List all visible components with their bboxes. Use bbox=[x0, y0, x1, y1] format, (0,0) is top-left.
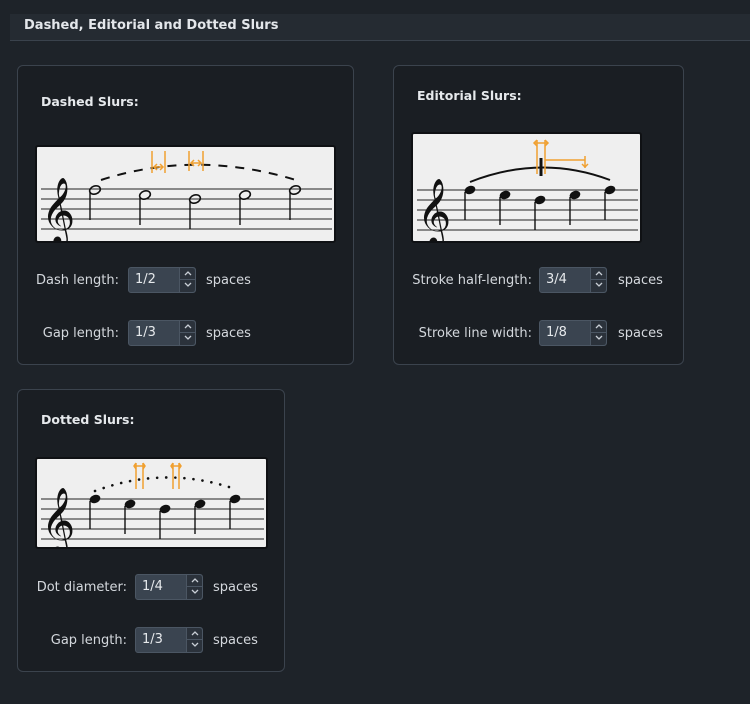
editorial-slurs-preview: 𝄞 bbox=[411, 132, 642, 243]
treble-clef-icon: 𝄞 bbox=[417, 177, 451, 241]
stroke-half-length-up-button[interactable] bbox=[590, 268, 606, 280]
dotted-gap-length-label: Gap length: bbox=[50, 633, 127, 648]
dash-length-unit: spaces bbox=[206, 273, 251, 288]
dotted-slurs-title: Dotted Slurs: bbox=[41, 412, 135, 427]
dash-length-up-button[interactable] bbox=[179, 268, 195, 280]
dotted-slurs-panel: Dotted Slurs: 𝄞 Dot diameter: 1/4 spaces… bbox=[17, 389, 285, 672]
spin-up-icon bbox=[595, 271, 602, 276]
spin-down-icon bbox=[184, 282, 191, 287]
dashed-slurs-title: Dashed Slurs: bbox=[41, 94, 139, 109]
spin-down-icon bbox=[191, 642, 198, 647]
section-title: Dashed, Editorial and Dotted Slurs bbox=[24, 18, 279, 33]
dash-length-down-button[interactable] bbox=[179, 280, 195, 292]
dotted-gap-length-unit: spaces bbox=[213, 633, 258, 648]
treble-clef-icon: 𝄞 bbox=[41, 176, 75, 241]
svg-text:𝄞: 𝄞 bbox=[41, 486, 75, 547]
dashed-slurs-panel: Dashed Slurs: 𝄞 Dash length: 1/2 spaces … bbox=[17, 65, 354, 365]
dash-length-label: Dash length: bbox=[36, 273, 119, 288]
dot-diameter-up-button[interactable] bbox=[186, 575, 202, 587]
dash-length-value: 1/2 bbox=[135, 272, 156, 287]
spin-up-icon bbox=[595, 324, 602, 329]
dotted-gap-length-down-button[interactable] bbox=[186, 640, 202, 652]
dot-diameter-label: Dot diameter: bbox=[36, 580, 127, 595]
dot-diameter-unit: spaces bbox=[213, 580, 258, 595]
gap-length-spinbox[interactable]: 1/3 bbox=[128, 320, 196, 346]
svg-text:𝄞: 𝄞 bbox=[41, 176, 75, 241]
dot-diameter-value: 1/4 bbox=[142, 579, 163, 594]
spin-down-icon bbox=[595, 335, 602, 340]
gap-length-down-button[interactable] bbox=[179, 333, 195, 345]
spin-down-icon bbox=[184, 335, 191, 340]
spin-up-icon bbox=[191, 631, 198, 636]
dashed-slurs-preview: 𝄞 bbox=[35, 145, 336, 243]
gap-length-label: Gap length: bbox=[42, 326, 119, 341]
stroke-line-width-value: 1/8 bbox=[546, 325, 567, 340]
stroke-half-length-down-button[interactable] bbox=[590, 280, 606, 292]
section-header: Dashed, Editorial and Dotted Slurs bbox=[10, 14, 750, 41]
stroke-half-length-spinbox[interactable]: 3/4 bbox=[539, 267, 607, 293]
editorial-slurs-title: Editorial Slurs: bbox=[417, 88, 522, 103]
stroke-half-length-unit: spaces bbox=[618, 273, 663, 288]
dotted-gap-length-spinbox[interactable]: 1/3 bbox=[135, 627, 203, 653]
spin-down-icon bbox=[595, 282, 602, 287]
stroke-line-width-spinbox[interactable]: 1/8 bbox=[539, 320, 607, 346]
spin-up-icon bbox=[184, 271, 191, 276]
dotted-gap-length-up-button[interactable] bbox=[186, 628, 202, 640]
dotted-gap-length-value: 1/3 bbox=[142, 632, 163, 647]
stroke-line-width-down-button[interactable] bbox=[590, 333, 606, 345]
spin-down-icon bbox=[191, 589, 198, 594]
gap-length-up-button[interactable] bbox=[179, 321, 195, 333]
stroke-line-width-label: Stroke line width: bbox=[418, 326, 532, 341]
dot-diameter-down-button[interactable] bbox=[186, 587, 202, 599]
treble-clef-icon: 𝄞 bbox=[41, 486, 75, 547]
dotted-slurs-preview: 𝄞 bbox=[35, 457, 268, 549]
svg-text:𝄞: 𝄞 bbox=[417, 177, 451, 241]
stroke-line-width-up-button[interactable] bbox=[590, 321, 606, 333]
stroke-half-length-value: 3/4 bbox=[546, 272, 567, 287]
gap-length-value: 1/3 bbox=[135, 325, 156, 340]
stroke-line-width-unit: spaces bbox=[618, 326, 663, 341]
stroke-half-length-label: Stroke half-length: bbox=[412, 273, 532, 288]
dash-length-spinbox[interactable]: 1/2 bbox=[128, 267, 196, 293]
spin-up-icon bbox=[191, 578, 198, 583]
gap-length-unit: spaces bbox=[206, 326, 251, 341]
editorial-slurs-panel: Editorial Slurs: 𝄞 Stroke half-length: 3… bbox=[393, 65, 684, 365]
dot-diameter-spinbox[interactable]: 1/4 bbox=[135, 574, 203, 600]
spin-up-icon bbox=[184, 324, 191, 329]
